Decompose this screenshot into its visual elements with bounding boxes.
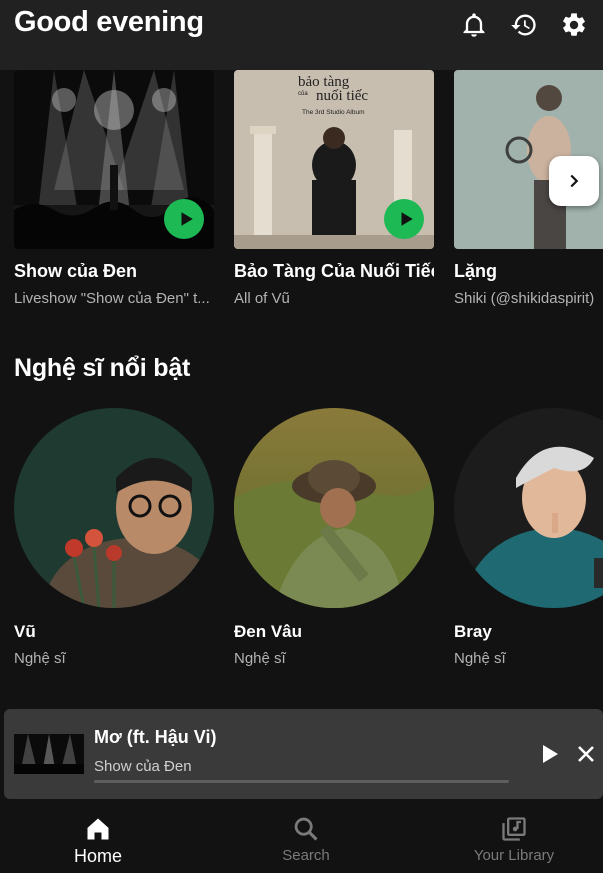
album-title: Lặng xyxy=(454,261,497,281)
nav-label: Home xyxy=(73,846,122,866)
close-button[interactable] xyxy=(574,742,598,766)
play-button[interactable] xyxy=(537,742,561,766)
album-title: Bảo Tàng Của Nuối Tiếc xyxy=(234,261,434,281)
search-icon xyxy=(294,817,318,841)
album-subtitle: All of Vũ xyxy=(234,290,290,307)
album-carousel: Show của Đen Liveshow "Show của Đen" t..… xyxy=(0,70,603,320)
album-cover xyxy=(14,70,214,249)
album-title: Show của Đen xyxy=(14,261,138,281)
now-playing-cover xyxy=(14,734,84,774)
artist-photo xyxy=(234,408,434,608)
play-icon xyxy=(401,212,413,226)
album-subtitle: Liveshow "Show của Đen" t... xyxy=(14,290,210,307)
play-button[interactable] xyxy=(384,199,424,239)
nav-search[interactable]: Search xyxy=(226,815,386,864)
svg-text:của: của xyxy=(298,90,308,97)
artist-card[interactable]: Đen Vâu Nghệ sĩ xyxy=(234,408,434,667)
artist-card[interactable]: Bray Nghệ sĩ xyxy=(454,408,603,667)
home-icon xyxy=(87,818,109,840)
bottom-navigation: Home Search Your Library xyxy=(0,799,603,873)
chevron-right-icon xyxy=(570,174,579,188)
bell-icon[interactable] xyxy=(458,9,490,41)
section-title: Nghệ sĩ nổi bật xyxy=(14,354,191,382)
greeting-title: Good evening xyxy=(14,6,204,38)
nav-label: Your Library xyxy=(473,847,555,864)
carousel-next-button[interactable] xyxy=(549,156,599,206)
svg-text:nuối tiếc: nuối tiếc xyxy=(316,88,368,104)
artist-name: Vũ xyxy=(14,622,36,641)
close-icon xyxy=(578,746,594,762)
album-card[interactable]: bảo tàng của nuối tiếc The 3rd Studio Al… xyxy=(234,70,434,307)
artist-photo xyxy=(454,408,603,608)
artist-name: Bray xyxy=(454,622,492,641)
top-bar: Good evening xyxy=(0,0,603,70)
nav-library[interactable]: Your Library xyxy=(434,815,594,864)
album-subtitle: Shiki (@shikidaspirit) xyxy=(454,290,595,307)
artist-name: Đen Vâu xyxy=(234,622,303,641)
play-icon xyxy=(543,745,558,763)
now-playing-title: Mơ (ft. Hậu Vi) xyxy=(94,727,217,747)
album-card[interactable]: Show của Đen Liveshow "Show của Đen" t..… xyxy=(14,70,214,307)
artist-card[interactable]: Vũ Nghệ sĩ xyxy=(14,408,214,667)
album-cover: bảo tàng của nuối tiếc The 3rd Studio Al… xyxy=(234,70,434,249)
playback-progress-bar[interactable] xyxy=(94,780,509,783)
now-playing-artist: Show của Đen xyxy=(94,758,192,775)
nav-label: Search xyxy=(282,847,330,864)
mini-player[interactable]: Mơ (ft. Hậu Vi) Show của Đen xyxy=(4,709,603,799)
artist-role: Nghệ sĩ xyxy=(454,650,506,667)
artist-carousel: Vũ Nghệ sĩ Đen Vâu Nghệ sĩ Bray Nghệ sĩ xyxy=(0,408,603,678)
library-icon xyxy=(502,817,526,841)
history-icon[interactable] xyxy=(508,9,540,41)
artist-photo xyxy=(14,408,214,608)
play-icon xyxy=(181,212,193,226)
play-button[interactable] xyxy=(164,199,204,239)
svg-text:The 3rd Studio Album: The 3rd Studio Album xyxy=(302,109,365,116)
artist-role: Nghệ sĩ xyxy=(234,650,286,667)
nav-home[interactable]: Home xyxy=(18,815,178,867)
settings-icon[interactable] xyxy=(558,9,590,41)
artist-role: Nghệ sĩ xyxy=(14,650,66,667)
